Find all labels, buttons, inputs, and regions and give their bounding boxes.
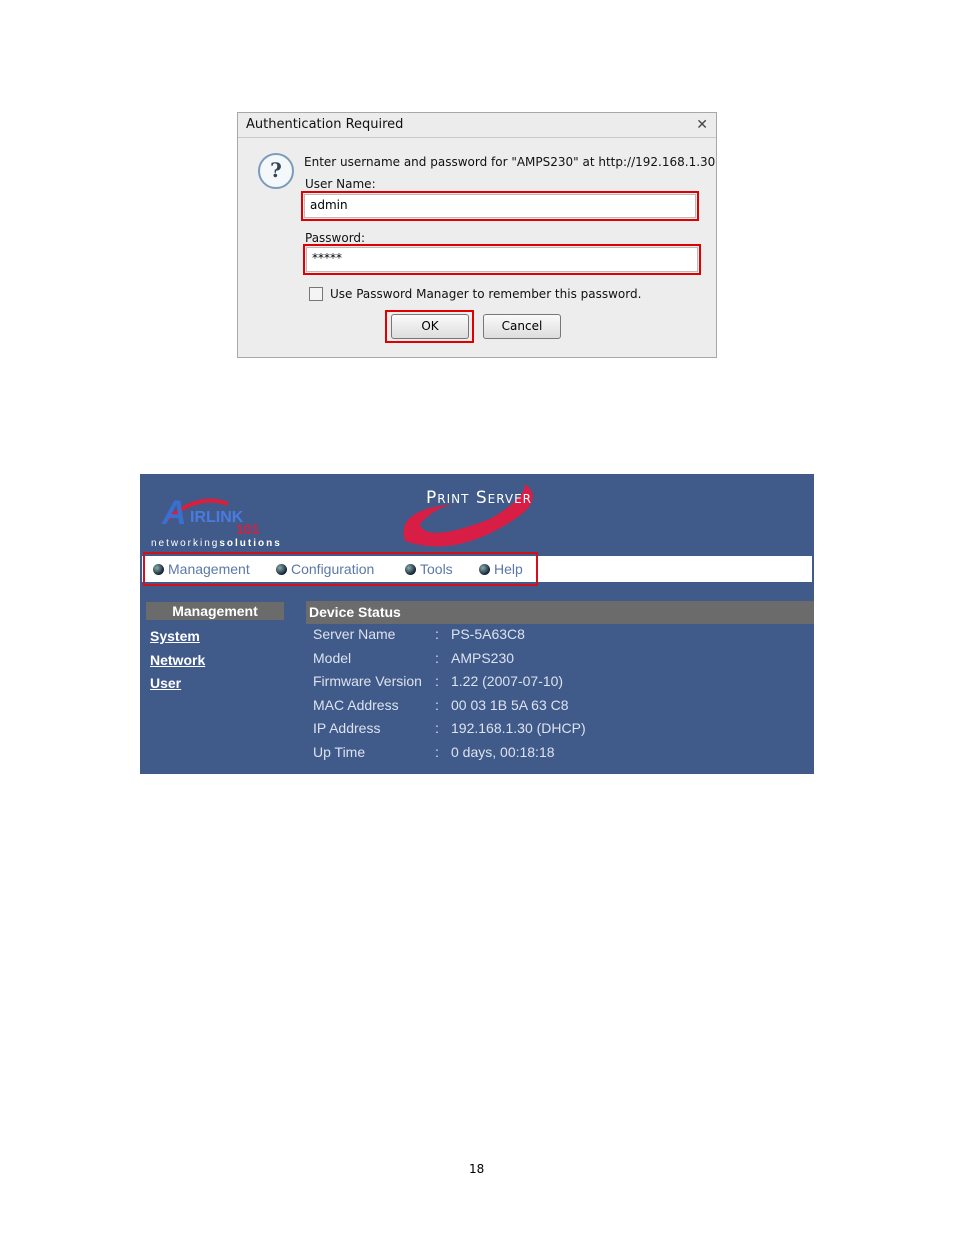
remember-checkbox[interactable] — [309, 287, 323, 301]
device-status-heading: Device Status — [306, 601, 814, 624]
status-value: PS-5A63C8 — [451, 626, 525, 642]
page-number: 18 — [469, 1162, 485, 1176]
separator: : — [435, 673, 439, 690]
status-label: Server Name — [313, 626, 396, 642]
sidebar-heading: Management — [146, 602, 284, 620]
status-label: Firmware Version — [313, 673, 422, 690]
password-input[interactable]: ***** — [306, 247, 698, 272]
svg-text:101: 101 — [236, 521, 260, 537]
status-label: IP Address — [313, 720, 381, 737]
status-value: 00 03 1B 5A 63 C8 — [451, 696, 569, 713]
status-value: AMPS230 — [451, 649, 515, 666]
separator: : — [435, 720, 439, 737]
sidebar-link-user[interactable]: User — [150, 672, 205, 696]
remember-label: Use Password Manager to remember this pa… — [330, 287, 642, 301]
sidebar-link-system[interactable]: System — [150, 625, 205, 649]
menu-highlight — [143, 552, 538, 586]
product-title: Print Server — [426, 488, 533, 508]
status-label: Up Time — [313, 744, 366, 760]
question-icon: ? — [258, 153, 294, 189]
sidebar-links: System Network User — [150, 625, 205, 696]
tagline: networkingsolutions — [151, 538, 282, 549]
airlink-logo: A IRLINK 101 — [158, 482, 268, 537]
ok-button[interactable]: OK — [391, 314, 469, 339]
username-label: User Name: — [305, 177, 376, 191]
sidebar-link-network[interactable]: Network — [150, 649, 205, 673]
dialog-title-bar: Authentication Required — [238, 113, 716, 138]
separator: : — [435, 626, 439, 642]
close-icon[interactable]: ✕ — [696, 113, 708, 137]
password-label: Password: — [305, 231, 366, 245]
cancel-button[interactable]: Cancel — [483, 314, 561, 339]
status-label: Model — [313, 649, 352, 666]
svg-text:A: A — [161, 494, 187, 532]
separator: : — [435, 649, 439, 666]
status-label: MAC Address — [313, 696, 399, 713]
status-value: 192.168.1.30 (DHCP) — [451, 720, 586, 737]
separator: : — [435, 744, 439, 760]
username-input[interactable]: admin — [304, 194, 696, 218]
dialog-title: Authentication Required — [246, 117, 404, 132]
status-value: 0 days, 00:18:18 — [451, 744, 555, 760]
separator: : — [435, 696, 439, 713]
authentication-dialog: Authentication Required ✕ ? Enter userna… — [237, 112, 717, 358]
print-server-web-ui: A IRLINK 101 networkingsolutions Print Ser… — [140, 474, 814, 774]
status-value: 1.22 (2007-07-10) — [451, 673, 564, 690]
dialog-prompt: Enter username and password for "AMPS230… — [304, 155, 716, 169]
